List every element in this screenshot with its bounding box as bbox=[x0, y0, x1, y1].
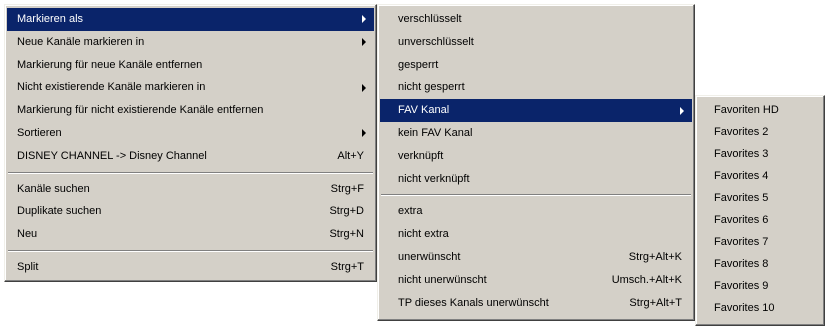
menu-item-favorites-10[interactable]: Favorites 10 bbox=[698, 297, 822, 319]
menu-item-shortcut: Umsch.+Alt+K bbox=[611, 273, 682, 286]
menu-item-label: Favorites 9 bbox=[714, 280, 769, 292]
menu-item-nicht-extra[interactable]: nicht extra bbox=[380, 223, 692, 246]
menu-item-label: Favorites 6 bbox=[714, 214, 769, 226]
menu-item-label: Split bbox=[17, 260, 39, 273]
menu-item-label: verknüpft bbox=[398, 149, 444, 162]
menu-item-label: extra bbox=[398, 205, 423, 218]
menu-item-nicht-existierende-markieren-in[interactable]: Nicht existierende Kanäle markieren in bbox=[7, 76, 374, 99]
menu-item-gesperrt[interactable]: gesperrt bbox=[380, 54, 692, 77]
menu-item-label: nicht verknüpft bbox=[398, 172, 470, 185]
menu-item-unerwuenscht[interactable]: unerwünscht Strg+Alt+K bbox=[380, 246, 692, 269]
menu-item-label: DISNEY CHANNEL -> Disney Channel bbox=[17, 149, 207, 162]
fav-kanal-submenu: Favoriten HD Favorites 2 Favorites 3 Fav… bbox=[695, 95, 825, 326]
menu-item-label: kein FAV Kanal bbox=[398, 126, 473, 139]
menu-item-shortcut: Strg+Alt+T bbox=[629, 296, 682, 309]
menu-item-markieren-als[interactable]: Markieren als bbox=[7, 8, 374, 31]
menu-item-favorites-6[interactable]: Favorites 6 bbox=[698, 209, 822, 231]
menu-item-extra[interactable]: extra bbox=[380, 200, 692, 223]
menu-item-unverschluesselt[interactable]: unverschlüsselt bbox=[380, 31, 692, 54]
menu-item-label: unverschlüsselt bbox=[398, 35, 474, 48]
menu-item-shortcut: Alt+Y bbox=[337, 149, 364, 162]
menu-item-shortcut: Strg+Alt+K bbox=[628, 250, 682, 263]
menu-item-label: verschlüsselt bbox=[398, 13, 462, 25]
submenu-arrow-icon bbox=[362, 129, 366, 138]
menu-item-duplikate-suchen[interactable]: Duplikate suchen Strg+D bbox=[7, 200, 374, 223]
menu-separator bbox=[8, 249, 373, 252]
context-menu: Markieren als Neue Kanäle markieren in M… bbox=[4, 4, 377, 282]
menu-item-sortieren[interactable]: Sortieren bbox=[7, 122, 374, 145]
menu-separator bbox=[381, 194, 691, 197]
menu-item-label: Favorites 5 bbox=[714, 192, 769, 204]
menu-item-kein-fav-kanal[interactable]: kein FAV Kanal bbox=[380, 122, 692, 145]
menu-item-neue-kanaele-markieren-in[interactable]: Neue Kanäle markieren in bbox=[7, 31, 374, 54]
menu-item-fav-kanal[interactable]: FAV Kanal bbox=[380, 99, 692, 122]
menu-item-label: nicht extra bbox=[398, 228, 449, 241]
menu-item-rename-disney[interactable]: DISNEY CHANNEL -> Disney Channel Alt+Y bbox=[7, 145, 374, 168]
menu-item-label: Favorites 7 bbox=[714, 236, 769, 248]
menu-item-shortcut: Strg+T bbox=[330, 260, 364, 273]
menu-item-label: Duplikate suchen bbox=[17, 205, 102, 218]
menu-item-label: Markierung für nicht existierende Kanäle… bbox=[17, 104, 264, 117]
menu-item-label: Favorites 8 bbox=[714, 258, 769, 270]
menu-item-favorites-8[interactable]: Favorites 8 bbox=[698, 253, 822, 275]
menu-item-neu[interactable]: Neu Strg+N bbox=[7, 223, 374, 246]
menu-item-label: Markieren als bbox=[17, 13, 84, 25]
submenu-arrow-icon bbox=[680, 106, 684, 115]
menu-item-label: nicht gesperrt bbox=[398, 81, 465, 94]
menu-item-favorites-4[interactable]: Favorites 4 bbox=[698, 165, 822, 187]
submenu-arrow-icon bbox=[362, 38, 366, 47]
menu-item-label: nicht unerwünscht bbox=[398, 273, 487, 286]
menu-item-split[interactable]: Split Strg+T bbox=[7, 256, 374, 279]
menu-item-label: TP dieses Kanals unerwünscht bbox=[398, 296, 549, 309]
menu-item-label: Favorites 4 bbox=[714, 170, 769, 182]
submenu-arrow-icon bbox=[362, 83, 366, 92]
menu-item-label: Favorites 3 bbox=[714, 148, 769, 160]
menu-item-favoriten-hd[interactable]: Favoriten HD bbox=[698, 99, 822, 121]
menu-item-shortcut: Strg+N bbox=[329, 228, 364, 241]
menu-item-nicht-verknuepft[interactable]: nicht verknüpft bbox=[380, 168, 692, 191]
menu-item-favorites-3[interactable]: Favorites 3 bbox=[698, 143, 822, 165]
menu-item-label: FAV Kanal bbox=[398, 104, 450, 117]
menu-item-label: Favoriten HD bbox=[714, 104, 779, 116]
menu-item-nicht-gesperrt[interactable]: nicht gesperrt bbox=[380, 76, 692, 99]
menu-item-markierung-nicht-existierende-entfernen[interactable]: Markierung für nicht existierende Kanäle… bbox=[7, 99, 374, 122]
menu-item-label: Neu bbox=[17, 228, 38, 241]
menu-item-label: Neue Kanäle markieren in bbox=[17, 35, 145, 48]
menu-item-label: Markierung für neue Kanäle entfernen bbox=[17, 58, 203, 71]
submenu-arrow-icon bbox=[362, 15, 366, 24]
menu-item-tp-unerwuenscht[interactable]: TP dieses Kanals unerwünscht Strg+Alt+T bbox=[380, 292, 692, 315]
menu-item-shortcut: Strg+D bbox=[329, 205, 364, 218]
menu-separator bbox=[8, 171, 373, 174]
menu-item-label: unerwünscht bbox=[398, 250, 461, 263]
menu-item-label: gesperrt bbox=[398, 58, 439, 71]
menu-item-favorites-2[interactable]: Favorites 2 bbox=[698, 121, 822, 143]
menu-item-shortcut: Strg+F bbox=[330, 182, 364, 195]
menu-item-label: Nicht existierende Kanäle markieren in bbox=[17, 81, 206, 94]
menu-item-label: Sortieren bbox=[17, 126, 62, 139]
markieren-als-submenu: verschlüsselt unverschlüsselt gesperrt n… bbox=[377, 4, 695, 321]
menu-item-label: Favorites 10 bbox=[714, 302, 775, 314]
menu-item-label: Kanäle suchen bbox=[17, 182, 90, 195]
menu-item-favorites-9[interactable]: Favorites 9 bbox=[698, 275, 822, 297]
menu-item-nicht-unerwuenscht[interactable]: nicht unerwünscht Umsch.+Alt+K bbox=[380, 269, 692, 292]
menu-item-label: Favorites 2 bbox=[714, 126, 769, 138]
menu-item-favorites-5[interactable]: Favorites 5 bbox=[698, 187, 822, 209]
menu-item-kanaele-suchen[interactable]: Kanäle suchen Strg+F bbox=[7, 178, 374, 201]
menu-item-markierung-neue-entfernen[interactable]: Markierung für neue Kanäle entfernen bbox=[7, 54, 374, 77]
menu-item-favorites-7[interactable]: Favorites 7 bbox=[698, 231, 822, 253]
menu-item-verschluesselt[interactable]: verschlüsselt bbox=[380, 8, 692, 31]
menu-item-verknuepft[interactable]: verknüpft bbox=[380, 145, 692, 168]
